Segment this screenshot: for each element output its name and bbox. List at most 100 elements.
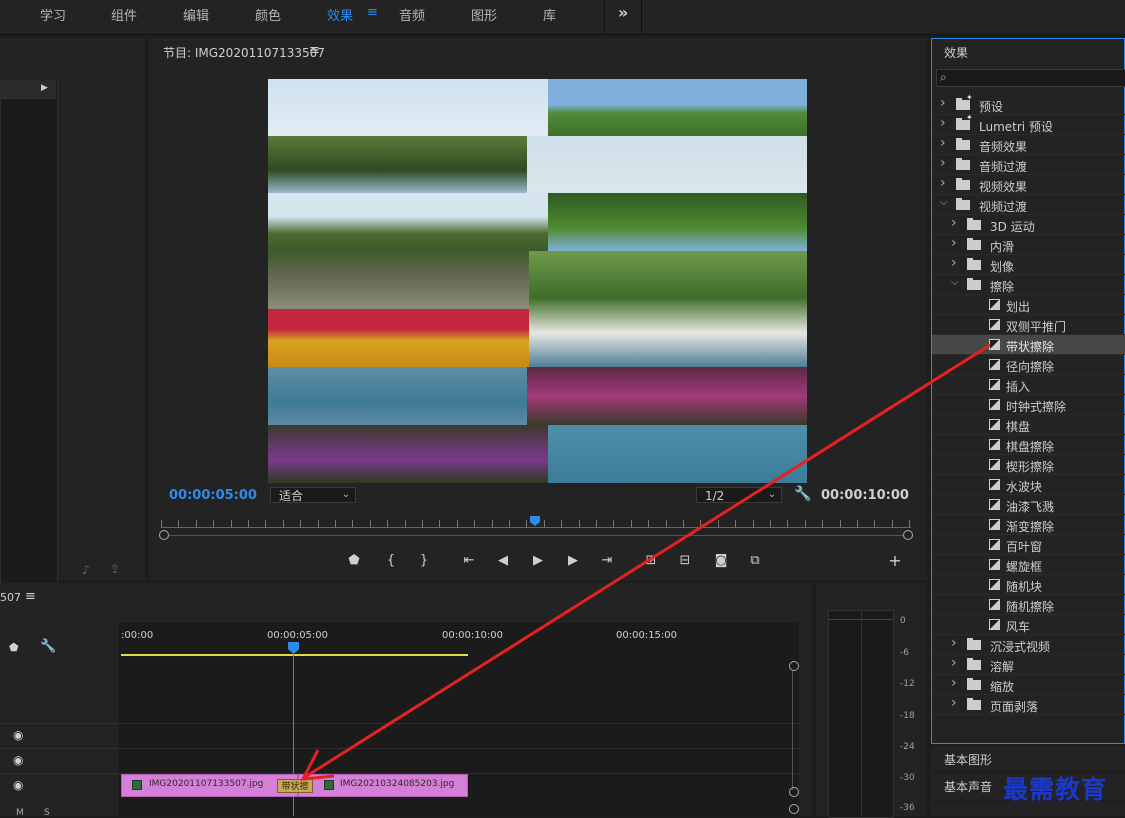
workspace-tab-effects[interactable]: 效果 (327, 5, 353, 24)
chevron-right-icon[interactable]: › (951, 255, 957, 271)
workspace-tab-graphics[interactable]: 图形 (471, 5, 497, 24)
audio-icon[interactable]: ♪ (82, 563, 90, 577)
chevron-right-icon[interactable]: › (951, 215, 957, 231)
timeline-vertical-scrollbar[interactable] (792, 670, 793, 790)
mark-out-icon[interactable]: } (414, 553, 434, 568)
workspace-tab-assembly[interactable]: 组件 (111, 5, 137, 24)
workspace-tab-editing[interactable]: 编辑 (183, 5, 209, 24)
effects-tree-item[interactable]: 棋盘 (932, 415, 1125, 435)
scroll-left-handle[interactable] (159, 530, 169, 540)
wrench-icon[interactable]: 🔧 (40, 639, 56, 654)
effects-tree-item[interactable]: 时钟式擦除 (932, 395, 1125, 415)
workspace-menu-icon[interactable]: ≡ (367, 5, 378, 20)
workspace-tab-audio[interactable]: 音频 (399, 5, 425, 24)
effects-tree-item[interactable]: 径向擦除 (932, 355, 1125, 375)
scroll-right-handle[interactable] (903, 530, 913, 540)
monitor-zoom-scrollbar[interactable] (159, 530, 913, 540)
marker-icon[interactable]: ⬟ (9, 641, 19, 654)
lift-icon[interactable]: ⊞ (641, 553, 661, 568)
eye-icon[interactable]: ◉ (13, 728, 23, 742)
effects-tree-item[interactable]: 随机块 (932, 575, 1125, 595)
ruler-tick (178, 520, 180, 527)
track-mute-label[interactable]: M (16, 808, 24, 818)
effects-tree-item[interactable]: 渐变擦除 (932, 515, 1125, 535)
resolution-dropdown[interactable]: 1/2 ⌄ (696, 487, 782, 503)
tab-basic-graphics[interactable]: 基本图形 (931, 746, 1125, 773)
workspace-tab-libraries[interactable]: 库 (543, 5, 556, 24)
chevron-right-icon[interactable]: › (951, 675, 957, 691)
effects-tree-item[interactable]: › 内滑 (932, 235, 1125, 255)
effects-tree-item[interactable]: 风车 (932, 615, 1125, 635)
tab-basic-graphics-label: 基本图形 (944, 753, 993, 767)
effects-tree-item[interactable]: ⌵ 视频过渡 (932, 195, 1125, 215)
chevron-right-icon[interactable]: › (940, 115, 946, 131)
chevron-right-icon[interactable]: › (940, 95, 946, 111)
eye-icon[interactable]: ◉ (13, 778, 23, 792)
chevron-right-icon[interactable]: › (940, 175, 946, 191)
effects-tree-item[interactable]: 油漆飞溅 (932, 495, 1125, 515)
extract-icon[interactable]: ⊟ (675, 553, 695, 568)
effects-tree-item[interactable]: › 溶解 (932, 655, 1125, 675)
effects-tree-item[interactable]: › 页面剥落 (932, 695, 1125, 715)
clip-1[interactable]: IMG20201107133507.jpg (121, 774, 298, 797)
effects-tree-item[interactable]: 双侧平推门 (932, 315, 1125, 335)
more-workspaces-icon[interactable]: » (618, 3, 628, 22)
track-solo-label[interactable]: S (44, 808, 50, 818)
fit-dropdown[interactable]: 适合 ⌄ (270, 487, 356, 503)
eye-icon[interactable]: ◉ (13, 753, 23, 767)
effects-tree-item[interactable]: › 沉浸式视频 (932, 635, 1125, 655)
effects-tree-item[interactable]: › 视频效果 (932, 175, 1125, 195)
chevron-down-icon[interactable]: ⌵ (951, 277, 959, 288)
chevron-right-icon[interactable]: › (951, 695, 957, 711)
folder-icon (967, 698, 981, 710)
transition-band-wipe[interactable]: 带状擦 (277, 779, 313, 793)
scroll-handle[interactable] (789, 787, 799, 797)
effects-tree-item[interactable]: › 划像 (932, 255, 1125, 275)
chevron-right-icon[interactable]: › (940, 135, 946, 151)
effects-tree-item[interactable]: 带状擦除 (932, 335, 1125, 355)
effects-tree-item[interactable]: › ✦ Lumetri 预设 (932, 113, 1125, 135)
effects-tree-item[interactable]: 随机擦除 (932, 595, 1125, 615)
scroll-handle[interactable] (789, 804, 799, 814)
timeline-menu-icon[interactable]: ≡ (25, 589, 36, 604)
effects-tree-item[interactable]: 棋盘擦除 (932, 435, 1125, 455)
effects-tree-item[interactable]: › 音频过渡 (932, 155, 1125, 175)
camera-icon[interactable]: ◙ (711, 553, 731, 568)
effects-search-input[interactable]: ⌕ (936, 69, 1125, 87)
go-to-in-icon[interactable]: ⇤ (459, 553, 479, 568)
work-area-bar[interactable] (121, 654, 468, 656)
effects-tree-item[interactable]: › 缩放 (932, 675, 1125, 695)
effects-tree-item[interactable]: 划出 (932, 295, 1125, 315)
compare-view-icon[interactable]: ⧉ (745, 553, 765, 568)
effects-tree-item[interactable]: 楔形擦除 (932, 455, 1125, 475)
workspace-tab-color[interactable]: 颜色 (255, 5, 281, 24)
effects-tree-item[interactable]: › ✦ 预设 (932, 93, 1125, 115)
effects-tree-item[interactable]: › 3D 运动 (932, 215, 1125, 235)
play-icon[interactable]: ▶ (528, 553, 548, 568)
chevron-right-icon[interactable]: › (951, 635, 957, 651)
effects-tree-item[interactable]: 螺旋框 (932, 555, 1125, 575)
effects-tree-item[interactable]: 水波块 (932, 475, 1125, 495)
chevron-right-icon[interactable]: › (940, 155, 946, 171)
step-back-icon[interactable]: ◀ (493, 553, 513, 568)
chevron-down-icon[interactable]: ⌵ (940, 197, 948, 208)
step-forward-icon[interactable]: ▶ (563, 553, 583, 568)
add-button-icon[interactable]: + (885, 551, 905, 570)
mark-in-icon[interactable]: { (381, 553, 401, 568)
clip-2[interactable]: IMG20210324085203.jpg (298, 774, 468, 797)
export-icon[interactable]: ⇪ (110, 562, 120, 576)
go-to-out-icon[interactable]: ⇥ (597, 553, 617, 568)
effects-tree-item[interactable]: › 音频效果 (932, 135, 1125, 155)
effects-tree-item[interactable]: 插入 (932, 375, 1125, 395)
chevron-right-icon[interactable]: › (951, 655, 957, 671)
monitor-menu-icon[interactable]: ≡ (309, 43, 320, 58)
current-timecode[interactable]: 00:00:05:00 (169, 488, 257, 503)
workspace-tab-learn[interactable]: 学习 (40, 5, 66, 24)
add-marker-icon[interactable]: ⬟ (344, 553, 364, 568)
wrench-icon[interactable]: 🔧 (794, 486, 811, 502)
effects-tree-item[interactable]: ⌵ 擦除 (932, 275, 1125, 295)
expand-icon[interactable]: ▶ (41, 83, 48, 93)
effects-tree-item[interactable]: 百叶窗 (932, 535, 1125, 555)
chevron-right-icon[interactable]: › (951, 235, 957, 251)
scroll-handle[interactable] (789, 661, 799, 671)
